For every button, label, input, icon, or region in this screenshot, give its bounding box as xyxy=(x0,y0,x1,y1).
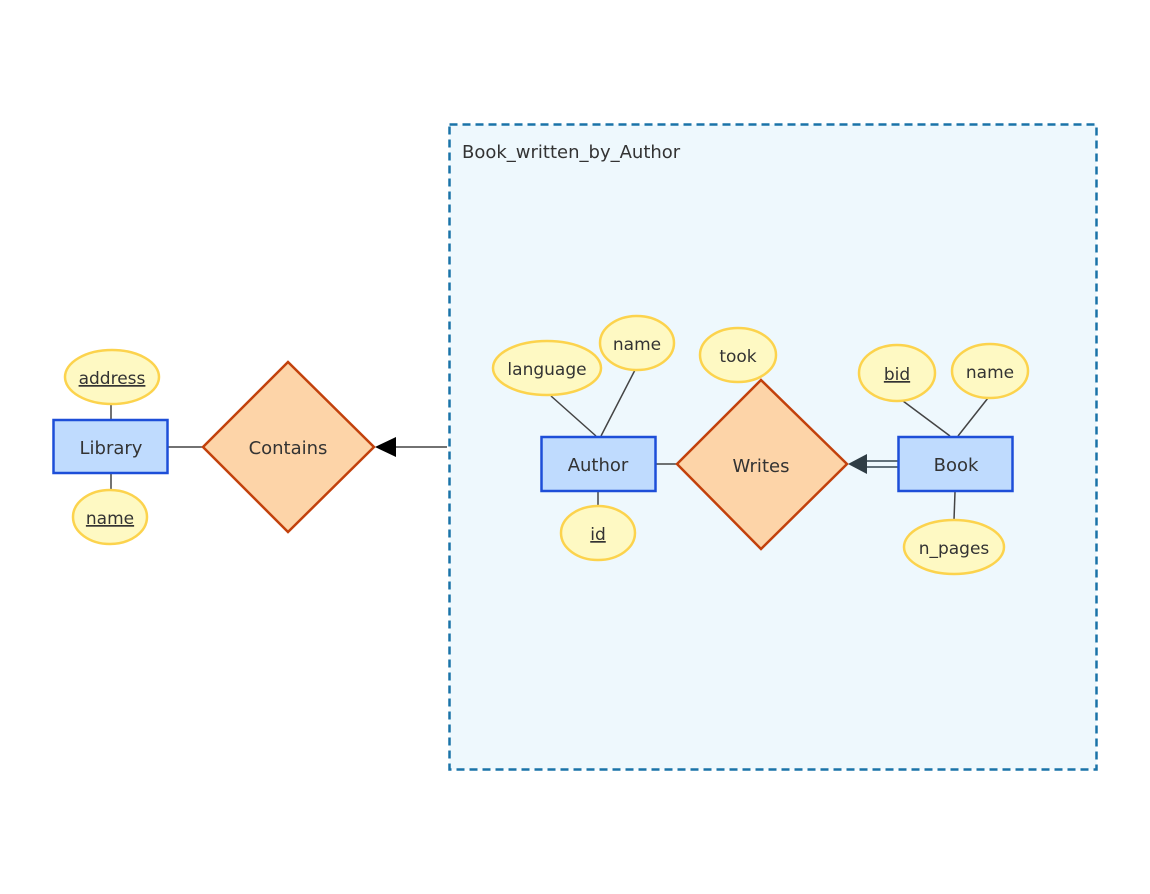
attribute-label: n_pages xyxy=(919,539,990,559)
attribute-label: address xyxy=(79,369,146,389)
group-label: Book_written_by_Author xyxy=(462,142,681,163)
attribute-book-npages[interactable]: n_pages xyxy=(902,518,1006,576)
attribute-writes-took[interactable]: took xyxy=(698,326,778,384)
attribute-label: name xyxy=(966,363,1014,383)
line-book-npages xyxy=(953,491,956,521)
er-diagram-canvas: Book_written_by_Author Contains Writes L… xyxy=(52,123,1098,771)
attribute-book-bid[interactable]: bid xyxy=(857,343,937,403)
arrow-head-contains xyxy=(375,437,396,457)
relation-contains[interactable]: Contains xyxy=(201,360,376,534)
attribute-label: bid xyxy=(884,365,910,385)
attribute-author-name[interactable]: name xyxy=(598,314,676,372)
attribute-author-language[interactable]: language xyxy=(491,339,603,397)
attribute-library-name[interactable]: name xyxy=(71,488,149,546)
relation-writes-label: Writes xyxy=(733,456,790,477)
entity-library[interactable]: Library xyxy=(52,418,169,475)
entity-library-label: Library xyxy=(80,438,143,459)
entity-author[interactable]: Author xyxy=(540,435,657,493)
attribute-book-name[interactable]: name xyxy=(950,342,1030,400)
attribute-label: language xyxy=(507,360,586,380)
attribute-author-id[interactable]: id xyxy=(559,504,637,562)
entity-book[interactable]: Book xyxy=(897,435,1014,493)
attribute-label: took xyxy=(719,347,756,367)
entity-book-label: Book xyxy=(934,455,979,476)
attribute-label: name xyxy=(86,509,134,529)
attribute-label: name xyxy=(613,335,661,355)
attribute-label: id xyxy=(590,525,606,545)
entity-author-label: Author xyxy=(568,455,629,476)
attribute-library-address[interactable]: address xyxy=(63,348,161,406)
relation-contains-label: Contains xyxy=(249,438,328,459)
